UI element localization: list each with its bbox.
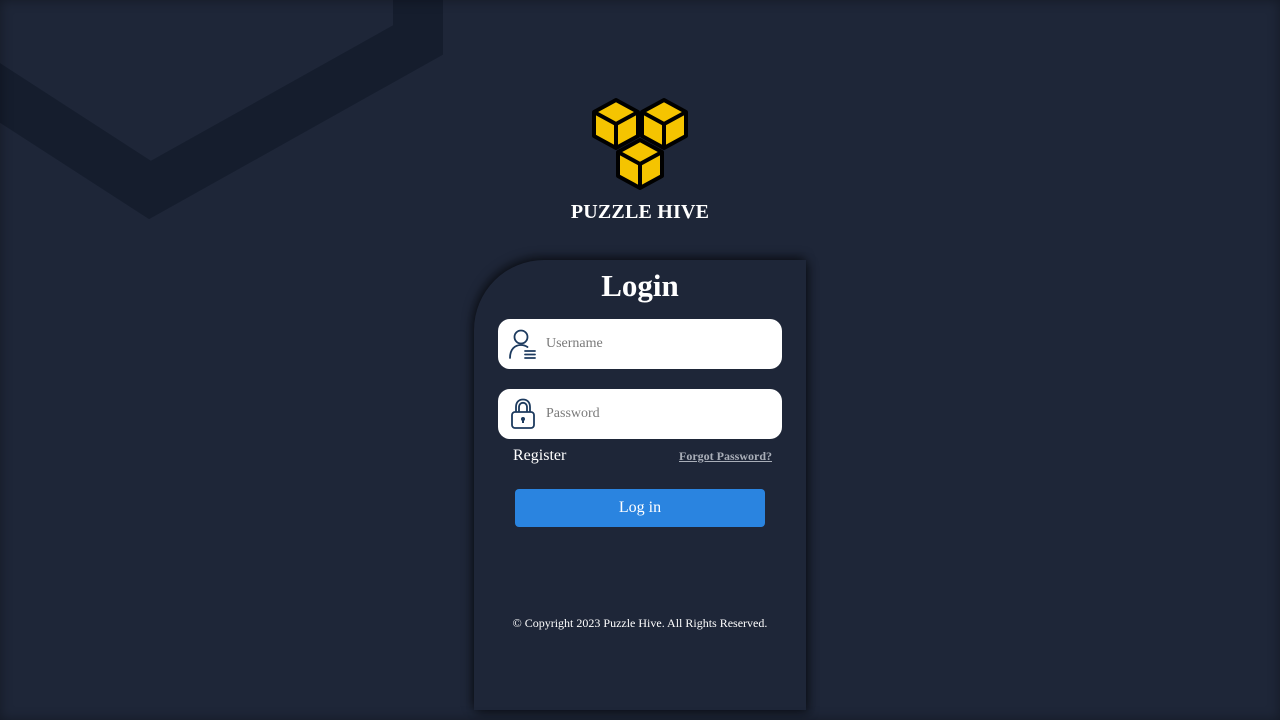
padlock-icon	[511, 398, 535, 429]
username-field[interactable]	[498, 319, 782, 369]
copyright-text: © Copyright 2023 Puzzle Hive. All Rights…	[512, 616, 768, 630]
username-input[interactable]	[546, 319, 772, 369]
forgot-password-link[interactable]: Forgot Password?	[679, 449, 772, 464]
background-hexagon-decoration	[0, 0, 443, 220]
user-list-icon	[509, 329, 536, 359]
register-link[interactable]: Register	[513, 447, 566, 465]
brand-name: PUZZLE HIVE	[570, 201, 710, 223]
login-button[interactable]: Log in	[515, 489, 765, 527]
login-title: Login	[601, 268, 679, 303]
password-input[interactable]	[546, 389, 772, 439]
password-field[interactable]	[498, 389, 782, 439]
login-card: Login Username Register Forgot Password?…	[474, 260, 806, 710]
login-page: PUZZLE HIVE Login Username Register Forg…	[0, 0, 1280, 720]
honeycomb-cubes-icon	[592, 98, 688, 190]
